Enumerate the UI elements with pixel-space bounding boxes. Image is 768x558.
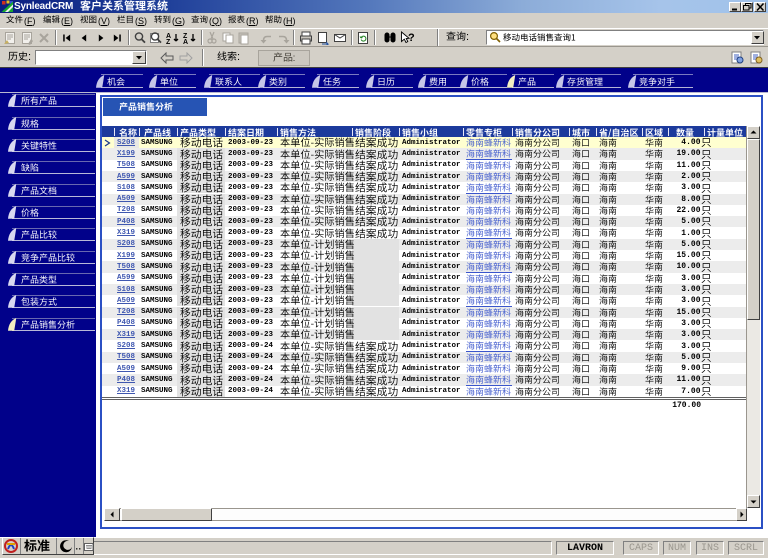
svg-text:?: ? (408, 32, 415, 44)
svg-text:A: A (183, 39, 188, 45)
svg-text:Z: Z (166, 39, 171, 45)
